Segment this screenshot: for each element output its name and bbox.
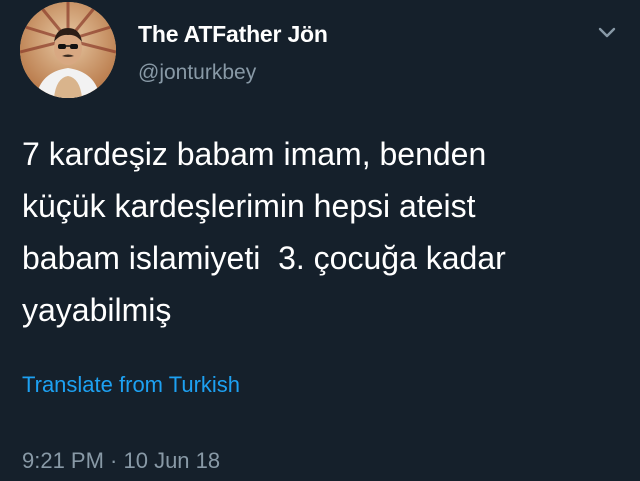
translate-link[interactable]: Translate from Turkish — [22, 372, 240, 398]
tweet-text: 7 kardeşiz babam imam, benden küçük kard… — [22, 128, 628, 336]
tweet-card: The ATFather Jön @jonturkbey 7 kardeşiz … — [0, 0, 640, 481]
avatar[interactable] — [20, 2, 116, 98]
avatar-image — [20, 2, 116, 98]
chevron-down-icon[interactable] — [594, 22, 620, 42]
tweet-text-line: küçük kardeşlerimin hepsi ateist — [22, 188, 476, 224]
tweet-text-line: yayabilmiş — [22, 292, 172, 328]
tweet-text-line: babam islamiyeti 3. çocuğa kadar — [22, 240, 506, 276]
timestamp[interactable]: 9:21 PM · 10 Jun 18 — [22, 448, 220, 474]
author-handle[interactable]: @jonturkbey — [138, 61, 256, 85]
tweet-text-line: 7 kardeşiz babam imam, benden — [22, 136, 487, 172]
author-name[interactable]: The ATFather Jön — [138, 21, 328, 48]
